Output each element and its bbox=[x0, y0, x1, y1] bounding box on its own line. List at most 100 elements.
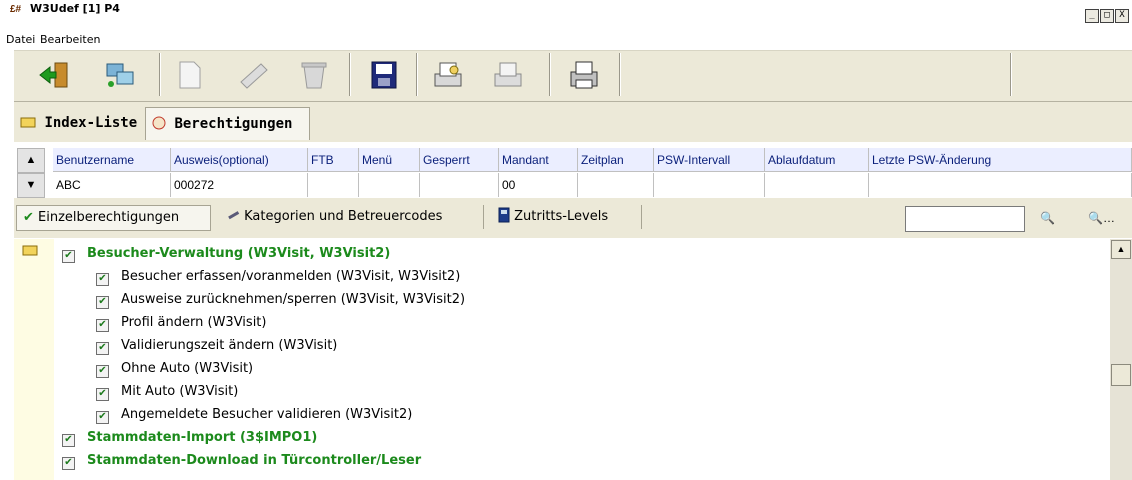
tree-item-label: Angemeldete Besucher validieren (W3Visit… bbox=[121, 407, 413, 422]
tree-item-label: Ohne Auto (W3Visit) bbox=[121, 361, 254, 376]
tree-item[interactable]: ✔ Validierungszeit ändern (W3Visit) bbox=[60, 334, 1100, 357]
column-header[interactable]: Gesperrt bbox=[420, 148, 499, 172]
find-binoculars-icon[interactable]: 🔍 bbox=[1040, 211, 1055, 225]
tree-item[interactable]: ✔ Besucher-Verwaltung (W3Visit, W3Visit2) bbox=[60, 242, 1100, 265]
column-header[interactable]: Zeitplan bbox=[578, 148, 654, 172]
edit-pen-icon[interactable] bbox=[237, 60, 271, 90]
tab-index-liste-label: Index-Liste bbox=[44, 115, 138, 131]
maximize-button[interactable]: □ bbox=[1100, 9, 1114, 23]
column-header[interactable]: Letzte PSW-Änderung bbox=[869, 148, 1132, 172]
wrench-icon bbox=[226, 209, 240, 224]
column-header[interactable]: Benutzername bbox=[53, 148, 171, 172]
toolbar-separator bbox=[619, 53, 621, 96]
print-preview-icon[interactable] bbox=[432, 60, 466, 90]
subtab-kategorien-label: Kategorien und Betreuercodes bbox=[244, 209, 443, 224]
menu-datei[interactable]: Datei bbox=[6, 33, 35, 46]
find-more-binoculars-icon[interactable]: 🔍… bbox=[1088, 211, 1115, 225]
table-cell[interactable] bbox=[359, 173, 420, 197]
minimize-button[interactable]: _ bbox=[1085, 9, 1099, 23]
table-cell[interactable]: ABC bbox=[53, 173, 171, 197]
toolbar-separator bbox=[159, 53, 161, 96]
tree-gutter bbox=[14, 239, 54, 480]
delete-bin-icon[interactable] bbox=[297, 60, 331, 90]
tree-item-label: Besucher-Verwaltung (W3Visit, W3Visit2) bbox=[87, 246, 391, 261]
tree-item[interactable]: ✔ Angemeldete Besucher validieren (W3Visi… bbox=[60, 403, 1100, 426]
checkbox[interactable]: ✔ bbox=[96, 365, 109, 378]
tree-item-label: Besucher erfassen/voranmelden (W3Visit, … bbox=[121, 269, 461, 284]
subtab-einzelberechtigungen[interactable]: ✔ Einzelberechtigungen bbox=[16, 205, 211, 231]
table-cell[interactable] bbox=[308, 173, 359, 197]
app-icon: £# bbox=[10, 4, 22, 15]
save-disk-icon[interactable] bbox=[367, 60, 401, 90]
tree-item[interactable]: ✔ Besucher erfassen/voranmelden (W3Visit,… bbox=[60, 265, 1100, 288]
toolbar-separator bbox=[1010, 53, 1012, 96]
tab-berechtigungen[interactable]: Berechtigungen bbox=[145, 107, 310, 140]
tab-berechtigungen-label: Berechtigungen bbox=[174, 116, 293, 132]
tree-item-label: Mit Auto (W3Visit) bbox=[121, 384, 239, 399]
checkbox[interactable]: ✔ bbox=[96, 319, 109, 332]
scroll-up-arrow-icon[interactable]: ▲ bbox=[17, 148, 45, 173]
table-cell[interactable] bbox=[654, 173, 765, 197]
tree-item-label: Ausweise zurücknehmen/sperren (W3Visit, … bbox=[121, 292, 466, 307]
scroll-thumb[interactable] bbox=[1111, 364, 1131, 386]
title-bar bbox=[0, 0, 1132, 17]
subtab-zutritts-levels[interactable]: Zutritts-Levels bbox=[498, 205, 608, 229]
checkbox[interactable]: ✔ bbox=[96, 296, 109, 309]
table-cell[interactable]: 00 bbox=[499, 173, 578, 197]
checkbox[interactable]: ✔ bbox=[96, 273, 109, 286]
checkbox[interactable]: ✔ bbox=[62, 434, 75, 447]
subtab-separator bbox=[641, 205, 642, 229]
table-cell[interactable]: 000272 bbox=[171, 173, 308, 197]
folder-open-icon bbox=[22, 244, 38, 259]
printer-icon[interactable] bbox=[568, 60, 602, 90]
print-folder-icon[interactable] bbox=[492, 60, 526, 90]
scroll-down-arrow-icon[interactable]: ▼ bbox=[17, 173, 45, 198]
vertical-scrollbar[interactable] bbox=[1110, 239, 1132, 480]
checkbox[interactable]: ✔ bbox=[96, 388, 109, 401]
checkmark-icon: ✔ bbox=[23, 210, 34, 225]
subtab-kategorien[interactable]: Kategorien und Betreuercodes bbox=[226, 205, 442, 229]
column-header[interactable]: FTB bbox=[308, 148, 359, 172]
column-header[interactable]: Mandant bbox=[499, 148, 578, 172]
subtab-separator bbox=[483, 205, 484, 229]
toolbar-separator bbox=[549, 53, 551, 96]
tree-item[interactable]: ✔ Ausweise zurücknehmen/sperren (W3Visit,… bbox=[60, 288, 1100, 311]
tree-item-label: Stammdaten-Download in Türcontroller/Les… bbox=[87, 453, 422, 468]
column-header[interactable]: Ablaufdatum bbox=[765, 148, 869, 172]
tree-item-label: Validierungszeit ändern (W3Visit) bbox=[121, 338, 338, 353]
scroll-up-icon[interactable]: ▲ bbox=[1111, 240, 1131, 259]
new-document-icon[interactable] bbox=[172, 60, 206, 90]
permissions-icon bbox=[152, 116, 166, 132]
table-cell[interactable] bbox=[578, 173, 654, 197]
toolbar-separator bbox=[349, 53, 351, 96]
card-reader-icon bbox=[498, 207, 510, 224]
exit-door-icon[interactable] bbox=[38, 60, 72, 90]
tree-item[interactable]: ✔ Ohne Auto (W3Visit) bbox=[60, 357, 1100, 380]
subtab-einzel-label: Einzelberechtigungen bbox=[38, 210, 180, 225]
table-cell[interactable] bbox=[420, 173, 499, 197]
tree-item-label: Stammdaten-Import (3$IMPO1) bbox=[87, 430, 318, 445]
tree-item[interactable]: ✔ Profil ändern (W3Visit) bbox=[60, 311, 1100, 334]
tree-item[interactable]: ✔ Mit Auto (W3Visit) bbox=[60, 380, 1100, 403]
tree-item[interactable]: ✔ Stammdaten-Download in Türcontroller/Le… bbox=[60, 449, 1100, 472]
tab-index-liste[interactable]: Index-Liste bbox=[20, 107, 137, 139]
column-header[interactable]: Ausweis(optional) bbox=[171, 148, 308, 172]
column-header[interactable]: PSW-Intervall bbox=[654, 148, 765, 172]
checkbox[interactable]: ✔ bbox=[96, 411, 109, 424]
tree-rows: ✔ Besucher-Verwaltung (W3Visit, W3Visit2)… bbox=[60, 242, 1100, 472]
column-header[interactable]: Menü bbox=[359, 148, 420, 172]
table-cell[interactable] bbox=[765, 173, 869, 197]
checkbox[interactable]: ✔ bbox=[62, 250, 75, 263]
checkbox[interactable]: ✔ bbox=[62, 457, 75, 470]
toolbar-separator bbox=[416, 53, 418, 96]
close-button[interactable]: X bbox=[1115, 9, 1129, 23]
tree-item[interactable]: ✔ Stammdaten-Import (3$IMPO1) bbox=[60, 426, 1100, 449]
table-cell[interactable] bbox=[869, 173, 1132, 197]
search-input[interactable] bbox=[905, 206, 1025, 232]
tree-item-label: Profil ändern (W3Visit) bbox=[121, 315, 267, 330]
network-computer-icon[interactable] bbox=[103, 60, 137, 90]
menu-bearbeiten[interactable]: Bearbeiten bbox=[40, 33, 100, 46]
window-title: W3Udef [1] P4 bbox=[30, 2, 120, 15]
checkbox[interactable]: ✔ bbox=[96, 342, 109, 355]
folder-icon bbox=[20, 115, 36, 131]
